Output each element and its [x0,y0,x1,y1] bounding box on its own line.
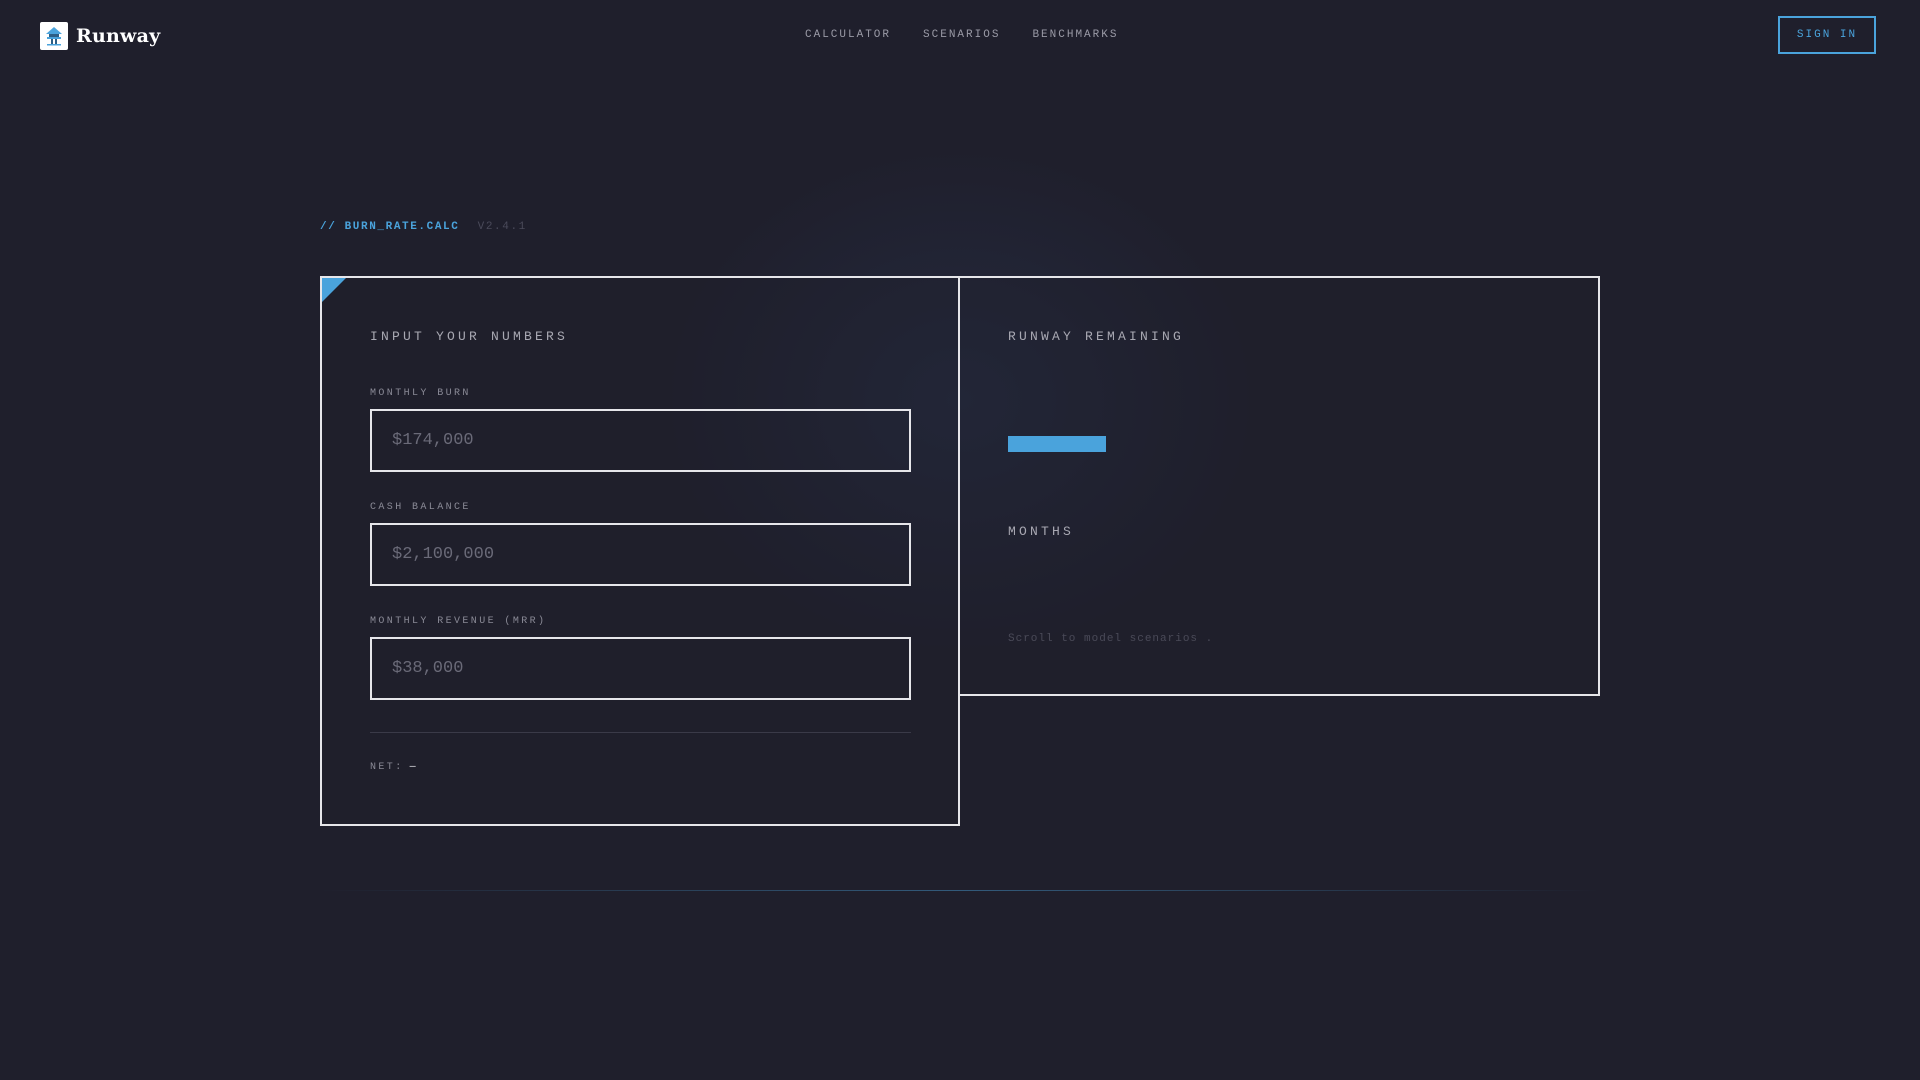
page: Runway CALCULATOR SCENARIOS BENCHMARKS S… [0,0,1920,1080]
main-nav: CALCULATOR SCENARIOS BENCHMARKS [805,29,1118,41]
result-heading: RUNWAY REMAINING [1008,329,1185,344]
section-version: V2.4.1 [477,221,527,233]
nav-benchmarks[interactable]: BENCHMARKS [1032,29,1118,41]
monthly-burn-input[interactable] [370,409,911,472]
monthly-revenue-input[interactable] [370,637,911,700]
inputs-panel: INPUT YOUR NUMBERS MONTHLY BURN CASH BAL… [320,276,960,826]
monthly-revenue-label: MONTHLY REVENUE (MRR) [370,616,547,627]
cash-balance-input[interactable] [370,523,911,586]
section-filename: BURN_RATE.CALC [344,221,460,233]
section-label: // BURN_RATE.CALC V2.4.1 [320,221,527,233]
top-nav-bar: Runway CALCULATOR SCENARIOS BENCHMARKS S… [0,0,1920,72]
monthly-burn-label: MONTHLY BURN [370,388,471,399]
inputs-heading: INPUT YOUR NUMBERS [370,329,569,344]
runway-logo-icon [40,22,68,50]
months-label: MONTHS [1008,524,1075,539]
nav-scenarios[interactable]: SCENARIOS [923,29,1000,41]
nav-calculator[interactable]: CALCULATOR [805,29,891,41]
brand[interactable]: Runway [40,22,160,50]
net-summary: NET: — [370,762,418,773]
divider [370,732,911,733]
result-placeholder-bar [1008,436,1106,452]
accent-divider [320,890,1600,891]
sign-in-button[interactable]: SIGN IN [1778,16,1876,54]
scroll-hint: Scroll to model scenarios . [1008,633,1214,645]
brand-name: Runway [76,25,161,47]
section-prefix: // [320,221,337,233]
net-label: NET: [370,762,404,773]
result-panel: RUNWAY REMAINING MONTHS Scroll to model … [958,276,1600,696]
corner-accent-icon [322,278,346,302]
cash-balance-label: CASH BALANCE [370,502,471,513]
net-value: — [409,762,419,773]
